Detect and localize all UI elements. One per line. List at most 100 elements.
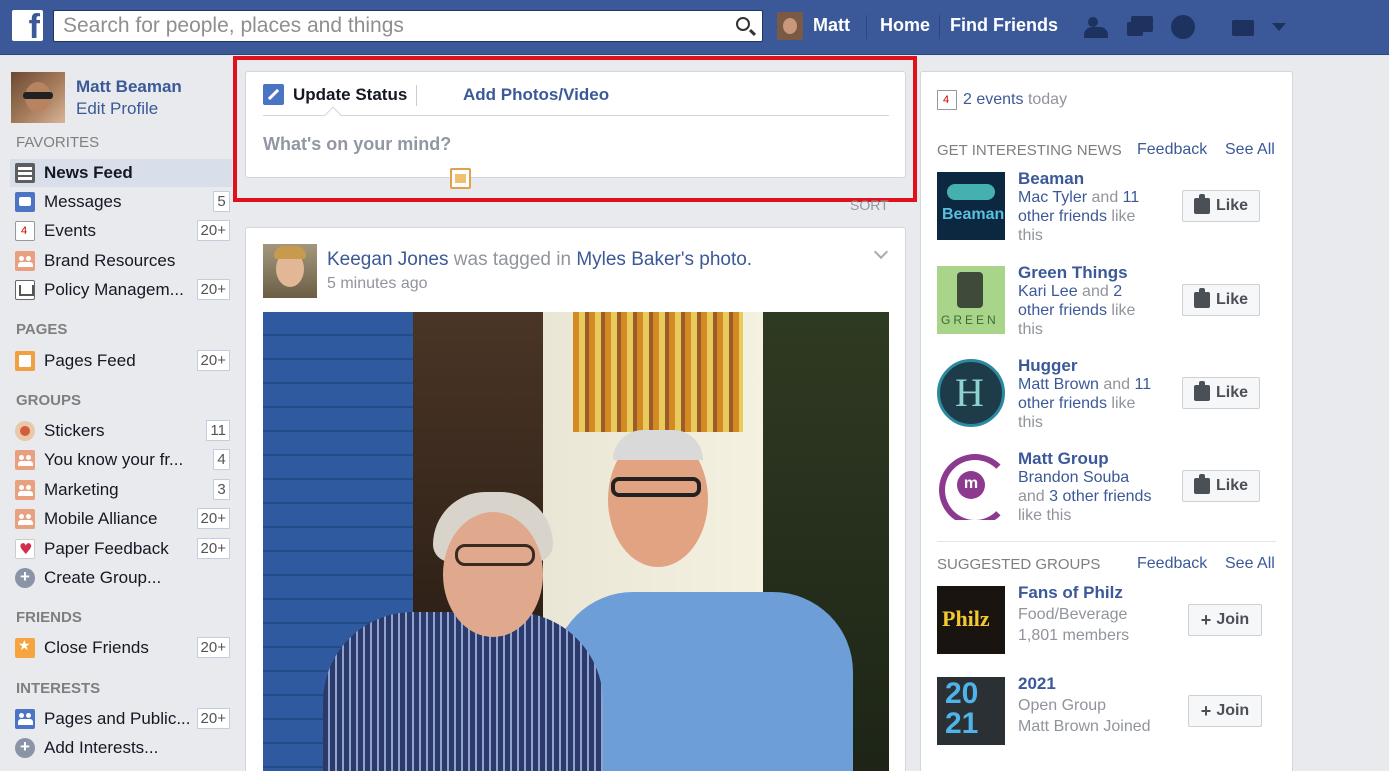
news-feedback-link[interactable]: Feedback	[1137, 141, 1207, 159]
groups-feedback-link[interactable]: Feedback	[1137, 555, 1207, 573]
page-thumbnail[interactable]: m	[937, 452, 1005, 520]
group-icon	[15, 509, 35, 529]
profile-link[interactable]: Matt	[813, 15, 850, 36]
sidebar-item-mobile-alliance[interactable]: Mobile Alliance 20+	[10, 505, 232, 533]
group-info: Open Group Matt Brown Joined	[1018, 697, 1151, 735]
group-name-link[interactable]: Fans of Philz	[1018, 583, 1123, 603]
count-badge: 20+	[196, 220, 230, 241]
story-action-text: was tagged in	[453, 249, 572, 270]
home-link[interactable]: Home	[880, 15, 930, 36]
group-icon	[15, 480, 35, 500]
notifications-globe-icon[interactable]	[1168, 14, 1198, 40]
sidebar-item-paper-feedback[interactable]: Paper Feedback20+	[10, 535, 232, 563]
sidebar-item-pages-and-public[interactable]: Pages and Public... 20+	[10, 705, 232, 733]
count-badge: 20+	[196, 708, 230, 729]
page-thumbnail[interactable]: Beaman	[937, 172, 1005, 240]
join-button[interactable]: + Join	[1188, 695, 1262, 727]
nav-divider	[866, 15, 867, 39]
tagged-photo-link[interactable]: Myles Baker's photo.	[576, 249, 752, 270]
story-photo[interactable]	[263, 312, 889, 771]
group-icon	[15, 251, 35, 271]
privacy-shortcuts-icon[interactable]	[1228, 14, 1258, 40]
sidebar-item-create-group[interactable]: Create Group...	[10, 564, 232, 592]
page-name-link[interactable]: Beaman	[1018, 169, 1084, 189]
search-box	[53, 10, 763, 42]
story-timestamp[interactable]: 5 minutes ago	[327, 275, 428, 293]
page-name-link[interactable]: Hugger	[1018, 356, 1078, 376]
page-name-link[interactable]: Matt Group	[1018, 449, 1109, 469]
page-social-context: Kari Lee and 2 other friends like this	[1018, 283, 1136, 338]
page-social-context: Mac Tyler and 11 other friends like this	[1018, 189, 1140, 244]
user-avatar[interactable]	[777, 12, 803, 40]
profile-avatar[interactable]	[11, 72, 65, 123]
account-menu-chevron-down-icon[interactable]	[1272, 23, 1286, 31]
suggested-page: GREEN Green Things Kari Lee and 2 other …	[937, 263, 1277, 346]
join-button[interactable]: + Join	[1188, 604, 1262, 636]
edit-profile-link[interactable]: Edit Profile	[76, 99, 158, 119]
events-link[interactable]: 2 events	[963, 91, 1023, 108]
pages-feed-icon	[15, 351, 35, 371]
like-button[interactable]: Like	[1182, 470, 1260, 502]
sidebar-item-you-know-your-friends[interactable]: You know your fr... 4	[10, 446, 232, 474]
sidebar-item-messages[interactable]: Messages 5	[10, 188, 232, 216]
plus-icon	[15, 737, 35, 758]
sidebar-item-brand-resources[interactable]: Brand Resources	[10, 247, 232, 275]
story-options-chevron-down-icon[interactable]	[873, 244, 889, 260]
sidebar-item-events[interactable]: Events20+	[10, 217, 232, 245]
count-badge: 20+	[196, 279, 230, 300]
count-badge: 20+	[196, 538, 230, 559]
interesting-news-header: GET INTERESTING NEWS	[937, 142, 1122, 159]
news-see-all-link[interactable]: See All	[1225, 141, 1275, 159]
group-name-link[interactable]: 2021	[1018, 674, 1056, 694]
like-button[interactable]: Like	[1182, 377, 1260, 409]
sidebar-item-policy-management[interactable]: Policy Managem... 20+	[10, 276, 232, 304]
sidebar-item-news-feed[interactable]: News Feed	[10, 159, 232, 187]
nav-divider	[939, 15, 940, 39]
sidebar-item-stickers[interactable]: Stickers 11	[10, 417, 232, 445]
count-badge: 3	[213, 479, 230, 500]
sidebar-item-close-friends[interactable]: Close Friends20+	[10, 634, 232, 662]
messages-icon	[15, 192, 35, 212]
page-thumbnail[interactable]: GREEN	[937, 266, 1005, 334]
messages-icon[interactable]	[1125, 14, 1155, 40]
suggested-page: Beaman Beaman Mac Tyler and 11 other fri…	[937, 169, 1277, 252]
search-input[interactable]	[63, 12, 723, 40]
like-button[interactable]: Like	[1182, 284, 1260, 316]
interests-header: INTERESTS	[16, 680, 101, 697]
sidebar-item-add-interests[interactable]: Add Interests...	[10, 734, 232, 762]
suggested-group: Philz Fans of Philz Food/Beverage 1,801 m…	[937, 583, 1277, 666]
page-social-context: Matt Brown and 11 other friends like thi…	[1018, 376, 1152, 431]
author-link[interactable]: Keegan Jones	[327, 249, 449, 270]
sidebar-item-pages-feed[interactable]: Pages Feed 20+	[10, 347, 232, 375]
friend-requests-icon[interactable]	[1082, 14, 1112, 40]
group-thumbnail[interactable]: Philz	[937, 586, 1005, 654]
page-thumbnail[interactable]: H	[937, 359, 1005, 427]
pages-header: PAGES	[16, 321, 68, 338]
events-today: 2 events today	[963, 91, 1068, 108]
calendar-icon	[15, 221, 35, 241]
page-name-link[interactable]: Green Things	[1018, 263, 1128, 283]
profile-name-link[interactable]: Matt Beaman	[76, 77, 182, 97]
groups-header: GROUPS	[16, 392, 82, 409]
news-feed-icon	[15, 163, 35, 183]
sidebar-item-marketing[interactable]: Marketing 3	[10, 476, 232, 504]
count-badge: 20+	[196, 350, 230, 371]
search-button[interactable]	[726, 11, 762, 41]
search-icon	[736, 17, 750, 31]
thumbs-up-icon	[1193, 288, 1210, 308]
friends-header: FRIENDS	[16, 609, 82, 626]
group-thumbnail[interactable]: 20 21	[937, 677, 1005, 745]
count-badge: 20+	[196, 637, 230, 658]
like-button[interactable]: Like	[1182, 190, 1260, 222]
story-header: Keegan Jones was tagged in Myles Baker's…	[327, 249, 752, 271]
author-avatar[interactable]	[263, 244, 317, 298]
sort-dropdown[interactable]: SORT	[850, 197, 889, 213]
policy-icon	[15, 280, 35, 300]
highlight-box	[233, 56, 917, 202]
calendar-icon	[937, 90, 957, 110]
thumbs-up-icon	[1193, 474, 1210, 494]
count-badge: 11	[206, 420, 230, 441]
facebook-logo[interactable]: f	[12, 10, 43, 41]
find-friends-link[interactable]: Find Friends	[950, 15, 1058, 36]
groups-see-all-link[interactable]: See All	[1225, 555, 1275, 573]
